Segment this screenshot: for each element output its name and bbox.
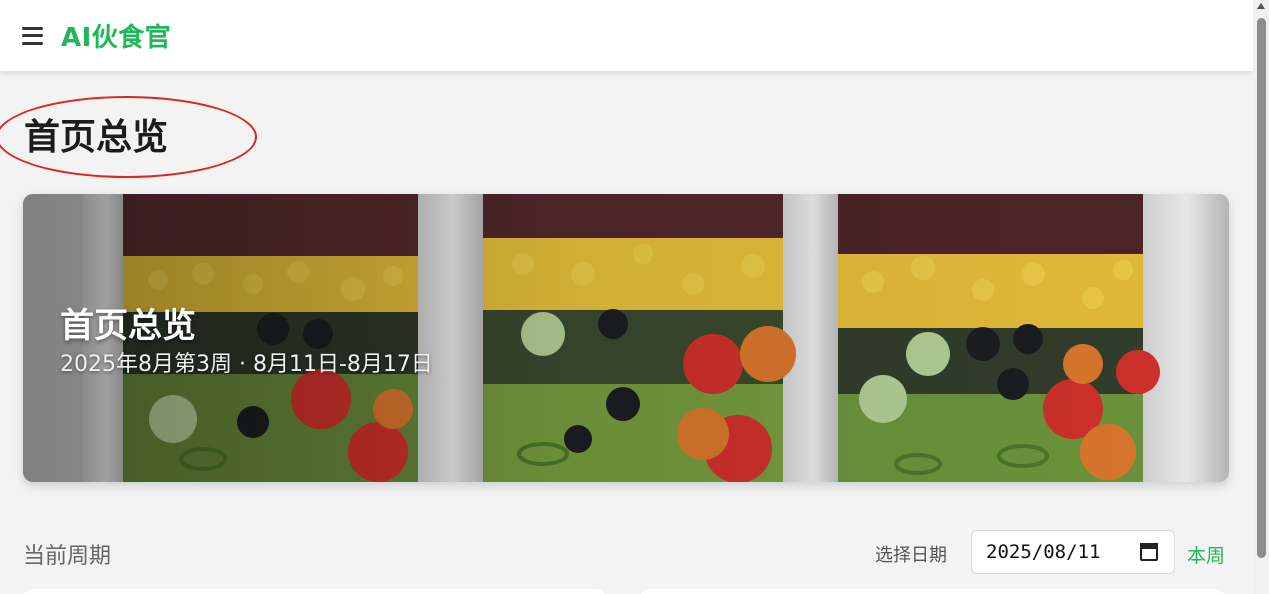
date-input-value: 2025/08/11 bbox=[986, 541, 1101, 563]
annotation-circle bbox=[0, 96, 257, 178]
this-week-button[interactable]: 本周 bbox=[1187, 541, 1225, 568]
calendar-icon[interactable] bbox=[1140, 543, 1158, 561]
summary-card-left bbox=[23, 589, 606, 594]
summary-card-right bbox=[640, 589, 1225, 594]
hero-banner: 首页总览 2025年8月第3周 · 8月11日-8月17日 bbox=[23, 194, 1229, 482]
hero-subtitle: 2025年8月第3周 · 8月11日-8月17日 bbox=[60, 352, 433, 377]
app-page: AI伙食官 首页总览 首页总览 2025年8月第3周 · 8月11日-8月17日… bbox=[0, 0, 1253, 594]
top-header: AI伙食官 bbox=[0, 0, 1253, 71]
hero-title: 首页总览 bbox=[60, 306, 196, 346]
select-date-label: 选择日期 bbox=[875, 545, 947, 566]
date-input[interactable]: 2025/08/11 bbox=[971, 530, 1175, 574]
scroll-thumb[interactable] bbox=[1257, 18, 1266, 558]
current-period-label: 当前周期 bbox=[23, 544, 112, 569]
hero-overlay bbox=[23, 194, 1229, 482]
brand-title[interactable]: AI伙食官 bbox=[61, 17, 171, 54]
page-scrollbar[interactable] bbox=[1253, 0, 1269, 594]
scroll-up-icon[interactable] bbox=[1257, 3, 1265, 9]
menu-icon[interactable] bbox=[22, 26, 43, 45]
